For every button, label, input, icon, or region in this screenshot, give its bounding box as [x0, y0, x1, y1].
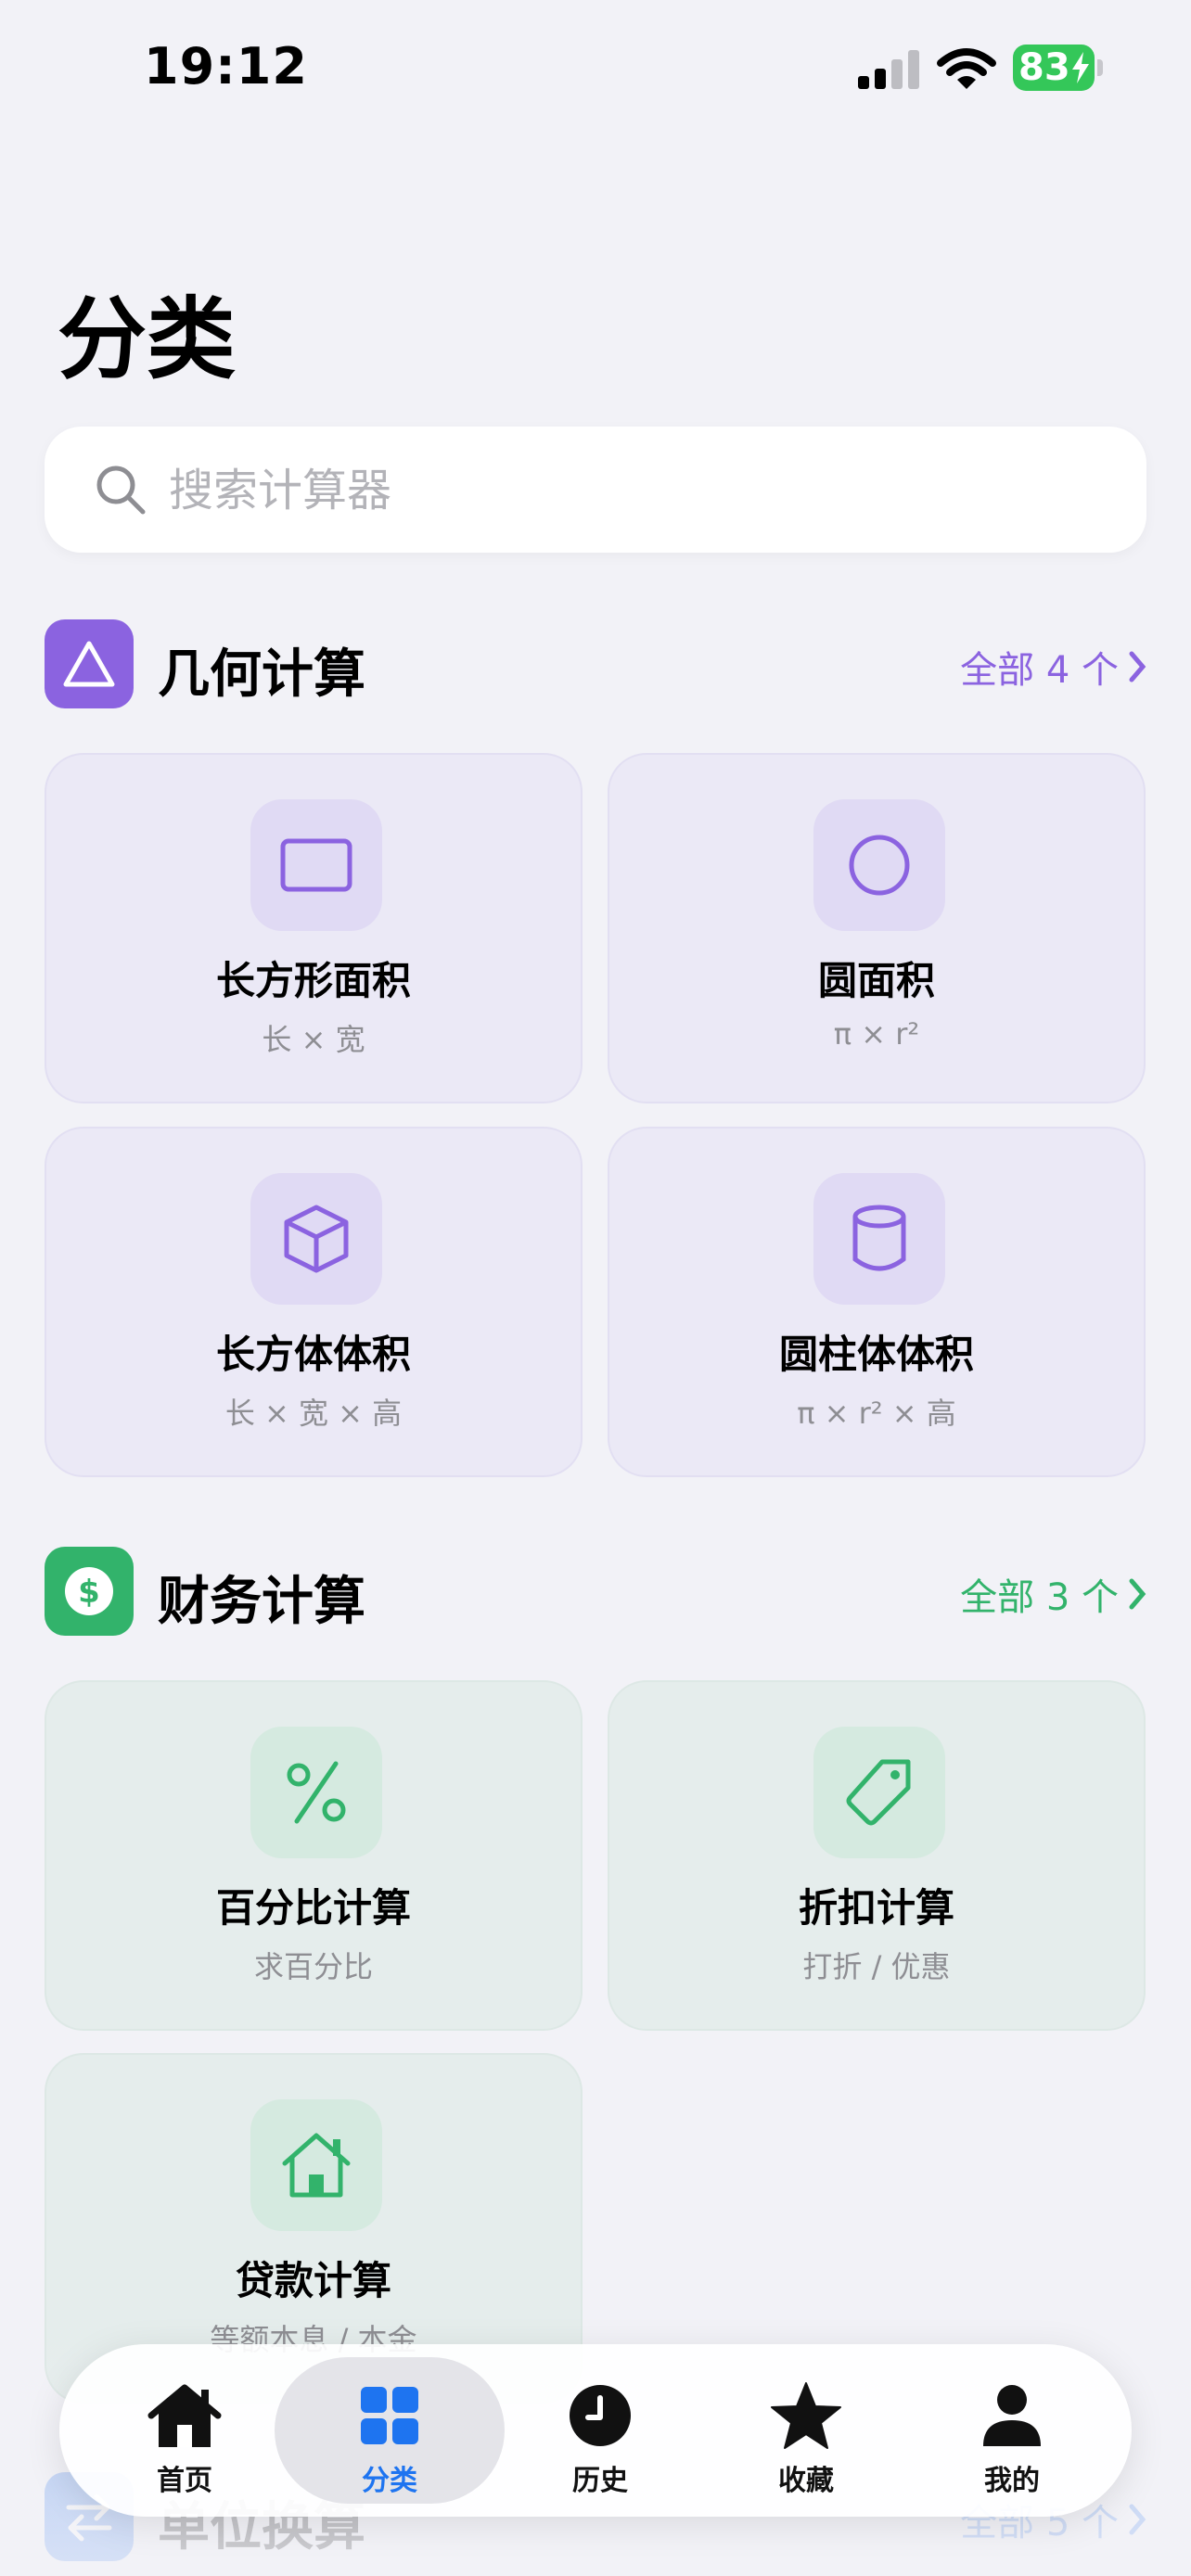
- tab-icon-wrap: [563, 2381, 637, 2450]
- card-subtitle: π × r² × 高: [797, 1396, 956, 1431]
- tag-icon: [846, 1759, 911, 1826]
- card-icon-wrap: [250, 799, 382, 931]
- tab-label: 分类: [362, 2465, 417, 2497]
- card-subtitle: 长 × 宽 × 高: [224, 1396, 403, 1431]
- card-icon-wrap: [813, 799, 945, 931]
- percent-icon: [287, 1761, 346, 1824]
- see-all-label: 全部 3 个: [960, 1576, 1119, 1619]
- calculator-card-cylinder-volume[interactable]: 圆柱体体积 π × r² × 高: [608, 1127, 1146, 1477]
- status-bar: 19:12 83: [0, 0, 1191, 139]
- tab-bar: 首页 分类 历史 收藏 我的: [59, 2344, 1132, 2517]
- tab-history[interactable]: 历史: [493, 2357, 707, 2504]
- wifi-icon: [937, 48, 996, 89]
- battery-level: 83: [1018, 46, 1070, 89]
- card-title: 长方体体积: [215, 1332, 411, 1377]
- clock-icon: [570, 2385, 631, 2446]
- tab-icon-wrap: [975, 2381, 1049, 2450]
- page-title: 分类: [58, 287, 236, 391]
- cylinder-icon: [852, 1205, 906, 1271]
- card-title: 圆面积: [817, 958, 935, 1003]
- status-time: 19:12: [144, 37, 308, 96]
- battery-tip: [1097, 59, 1103, 76]
- dollar-coin-icon: $: [65, 1567, 113, 1615]
- calculator-card-percentage[interactable]: 百分比计算 求百分比: [45, 1680, 583, 2031]
- card-icon-wrap: [250, 1173, 382, 1305]
- card-title: 贷款计算: [235, 2258, 391, 2303]
- calculator-card-discount[interactable]: 折扣计算 打折 / 优惠: [608, 1680, 1146, 2031]
- tab-icon-wrap: [147, 2381, 222, 2450]
- tab-label: 首页: [157, 2465, 212, 2497]
- tab-home[interactable]: 首页: [78, 2357, 291, 2504]
- section-title: 财务计算: [158, 1572, 365, 1632]
- see-all-label: 全部 4 个: [960, 649, 1119, 692]
- card-subtitle: π × r²: [833, 1016, 920, 1052]
- search-input[interactable]: [167, 427, 1098, 555]
- grid-icon: [361, 2387, 418, 2444]
- home-icon: [147, 2384, 222, 2447]
- tab-categories[interactable]: 分类: [275, 2357, 505, 2504]
- see-all-finance-link[interactable]: 全部 3 个: [960, 1567, 1146, 1621]
- tab-label: 我的: [984, 2465, 1040, 2497]
- card-subtitle: 打折 / 优惠: [802, 1949, 951, 1984]
- calculator-card-cuboid-volume[interactable]: 长方体体积 长 × 宽 × 高: [45, 1127, 583, 1477]
- tab-icon-wrap: [769, 2381, 843, 2450]
- card-subtitle: 长 × 宽: [262, 1022, 365, 1057]
- circle-icon: [849, 835, 910, 896]
- tab-label: 收藏: [778, 2465, 834, 2497]
- person-icon: [983, 2385, 1041, 2446]
- tab-label: 历史: [572, 2465, 628, 2497]
- chevron-right-icon: [1129, 1578, 1146, 1610]
- chevron-right-icon: [1129, 651, 1146, 682]
- cellular-signal-icon: [858, 50, 919, 89]
- card-title: 折扣计算: [798, 1885, 954, 1931]
- cube-icon: [284, 1205, 349, 1273]
- card-title: 圆柱体体积: [778, 1332, 974, 1377]
- search-icon: [96, 465, 146, 515]
- battery-indicator: 83: [1013, 45, 1095, 91]
- finance-badge: $: [45, 1547, 134, 1636]
- card-icon-wrap: [250, 2099, 382, 2231]
- section-header-finance: $ 财务计算 全部 3 个: [45, 1547, 1146, 1636]
- see-all-geometry-link[interactable]: 全部 4 个: [960, 640, 1146, 694]
- card-icon-wrap: [813, 1173, 945, 1305]
- geometry-badge: [45, 619, 134, 708]
- section-title: 几何计算: [158, 644, 365, 705]
- section-header-geometry: 几何计算 全部 4 个: [45, 619, 1146, 708]
- chevron-right-icon: [1129, 2504, 1146, 2535]
- tab-icon-wrap: [352, 2381, 427, 2450]
- svg-text:$: $: [78, 1574, 100, 1611]
- card-subtitle: 求百分比: [253, 1949, 373, 1984]
- star-icon: [771, 2382, 841, 2449]
- card-title: 长方形面积: [215, 958, 411, 1003]
- tab-profile[interactable]: 我的: [905, 2357, 1119, 2504]
- rectangle-icon: [280, 838, 352, 892]
- house-icon: [282, 2133, 351, 2198]
- search-bar[interactable]: [45, 427, 1146, 555]
- card-icon-wrap: [250, 1727, 382, 1858]
- card-icon-wrap: [813, 1727, 945, 1858]
- calculator-card-circle-area[interactable]: 圆面积 π × r²: [608, 753, 1146, 1103]
- charging-bolt-icon: [1071, 52, 1089, 83]
- card-title: 百分比计算: [215, 1885, 411, 1931]
- calculator-card-rectangle-area[interactable]: 长方形面积 长 × 宽: [45, 753, 583, 1103]
- tab-favorites[interactable]: 收藏: [699, 2357, 913, 2504]
- triangle-icon: [63, 641, 115, 687]
